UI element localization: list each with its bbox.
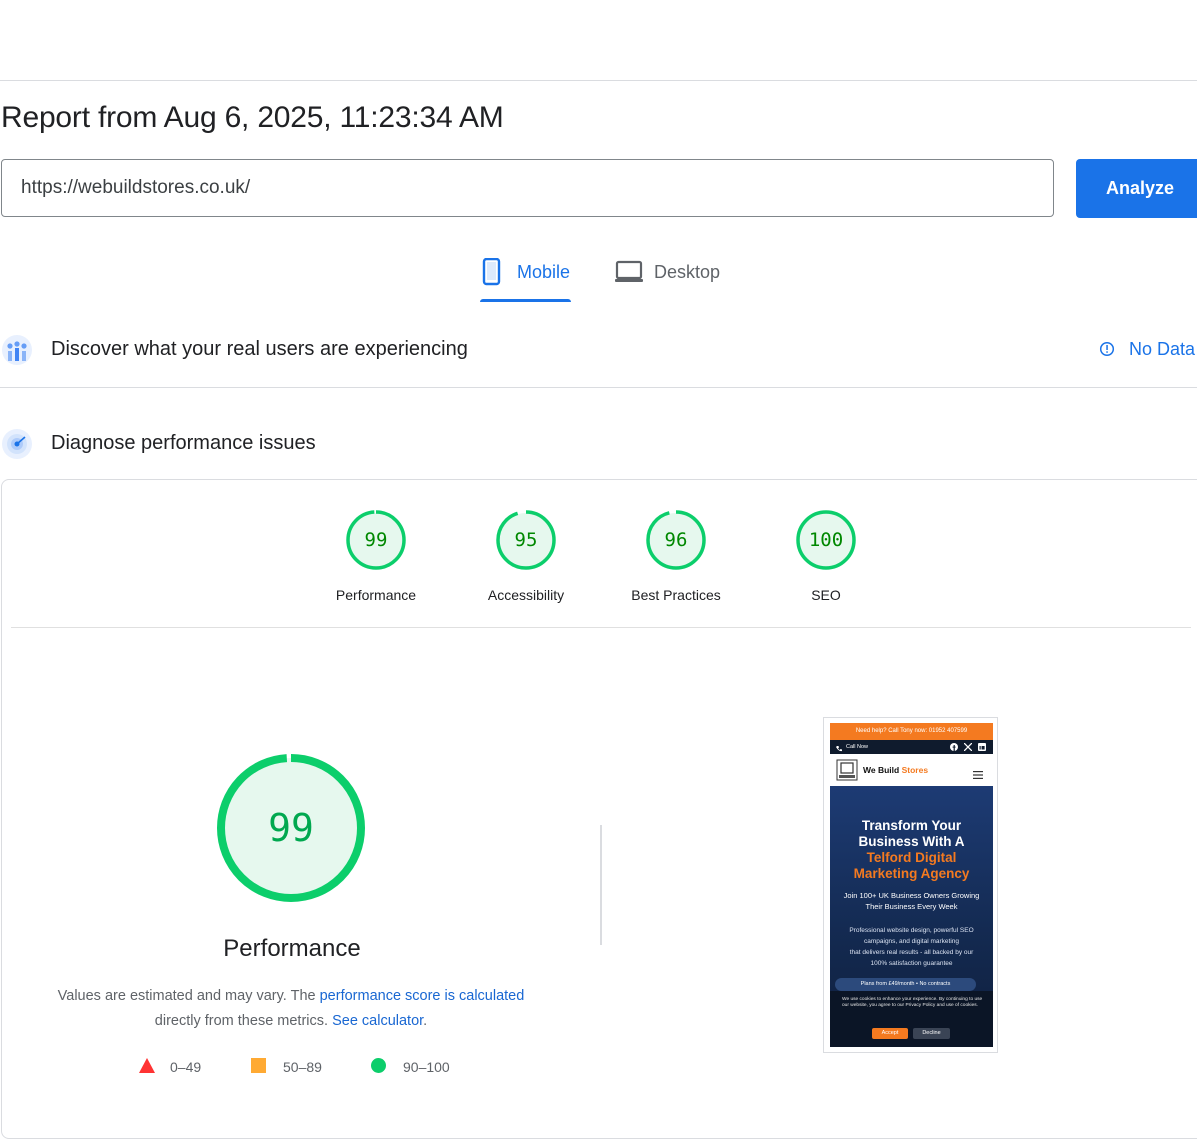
legend-pass: 90–100 <box>371 1058 450 1076</box>
hero-body-1: Professional website design, powerful SE… <box>849 927 974 934</box>
screenshot-callbar: Call Now <box>830 740 993 754</box>
tab-mobile[interactable]: Mobile <box>480 256 571 302</box>
radar-icon <box>1 428 33 465</box>
performance-description: Values are estimated and may vary. The p… <box>30 984 552 1034</box>
diagnose-title: Diagnose performance issues <box>51 432 316 454</box>
cookie-accept-button: Accept <box>872 1028 908 1039</box>
url-input[interactable] <box>2 160 1053 216</box>
hero-body-4: 100% satisfaction guarantee <box>870 960 953 967</box>
final-screenshot[interactable]: Need help? Call Tony now: 01952 407599 C… <box>823 717 998 1053</box>
circle-icon <box>371 1058 386 1076</box>
gauge-label: Accessibility <box>487 587 565 603</box>
screenshot-topbar: Need help? Call Tony now: 01952 407599 <box>830 723 993 740</box>
brand-name-b: Stores <box>901 765 929 775</box>
score-calculated-link[interactable]: performance score is calculated <box>320 988 525 1004</box>
tab-mobile-label: Mobile <box>517 262 571 282</box>
hero-line-3: Telford Digital <box>866 850 957 865</box>
gauge-label: SEO <box>811 587 841 603</box>
store-logo-icon <box>836 759 858 786</box>
hero-sub-1: Join 100+ UK Business Owners Growing <box>843 891 980 900</box>
performance-title: Performance <box>223 935 361 962</box>
smartphone-icon <box>480 257 504 291</box>
gauge-label: Best Practices <box>631 587 721 603</box>
brand-name: We Build Stores <box>863 765 928 775</box>
legend-range: 0–49 <box>170 1059 202 1075</box>
active-tab-indicator <box>480 299 571 302</box>
hero-sub-2: Their Business Every Week <box>865 902 958 911</box>
legend-average: 50–89 <box>251 1058 322 1076</box>
brand-name-a: We Build <box>863 765 900 775</box>
hero-line-4: Marketing Agency <box>853 866 970 881</box>
hero-body-2: campaigns, and digital marketing <box>863 938 960 945</box>
gauge-score: 96 <box>664 529 688 551</box>
hero-line-2: Business With A <box>858 834 965 849</box>
legend-fail: 0–49 <box>139 1058 201 1076</box>
lighthouse-report-card <box>1 479 1197 1139</box>
desc-text-2: directly from these metrics. <box>154 1013 329 1029</box>
hamburger-menu-icon <box>973 766 983 784</box>
cookie-text: We use cookies to enhance your experienc… <box>842 997 983 1008</box>
desc-text: Values are estimated and may vary. The <box>57 988 320 1004</box>
vertical-divider <box>600 825 602 945</box>
legend-range: 50–89 <box>283 1059 322 1075</box>
tab-desktop[interactable]: Desktop <box>614 256 734 302</box>
card-divider <box>11 627 1191 628</box>
no-data-label: No Data <box>1129 339 1196 359</box>
tab-desktop-label: Desktop <box>654 262 721 282</box>
square-icon <box>251 1058 266 1076</box>
call-now-label: Call Now <box>846 744 869 750</box>
info-icon <box>1099 341 1115 362</box>
desc-period: . <box>423 1013 428 1029</box>
pricing-pill: Plans from £49/month • No contracts <box>835 978 976 991</box>
legend-range: 90–100 <box>403 1059 450 1075</box>
triangle-icon <box>139 1058 155 1076</box>
cookie-decline-button: Decline <box>913 1028 950 1039</box>
field-data-title: Discover what your real users are experi… <box>51 338 468 360</box>
report-title: Report from Aug 6, 2025, 11:23:34 AM <box>1 101 504 134</box>
gauge-score: 95 <box>514 529 538 551</box>
laptop-icon <box>614 260 644 289</box>
no-data-status: No Data <box>1099 339 1195 362</box>
users-chart-icon <box>1 334 33 371</box>
section-divider <box>0 387 1197 388</box>
header-divider <box>0 80 1197 81</box>
gauge-score: 100 <box>808 529 844 551</box>
analyze-button[interactable]: Analyze <box>1076 159 1197 218</box>
hero-line-1: Transform Your <box>861 818 962 833</box>
performance-score: 99 <box>268 806 314 850</box>
cookie-banner: We use cookies to enhance your experienc… <box>830 991 993 1047</box>
gauge-score: 99 <box>364 529 388 551</box>
screenshot-header: We Build Stores <box>830 754 993 787</box>
see-calculator-link[interactable]: See calculator <box>332 1013 423 1029</box>
hero-body-3: that delivers real results - all backed … <box>849 949 974 956</box>
gauge-label: Performance <box>335 587 417 603</box>
url-field[interactable] <box>1 159 1054 217</box>
